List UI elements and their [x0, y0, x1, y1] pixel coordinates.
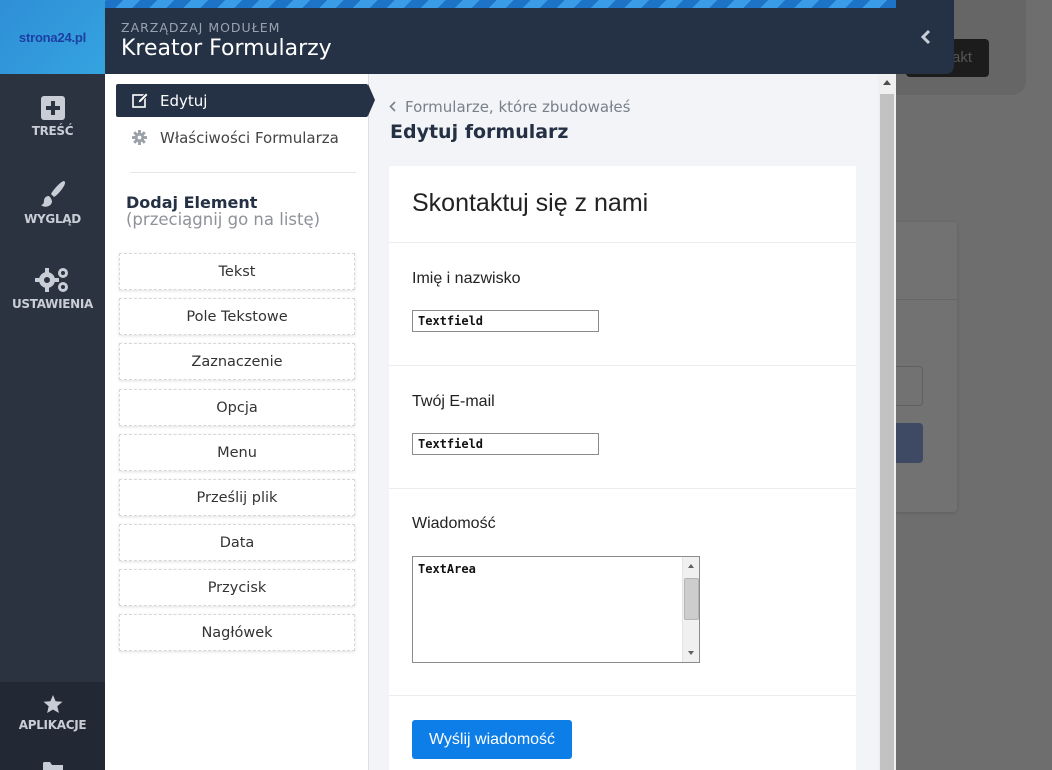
- form-field-email[interactable]: Twój E-mail Textfield: [389, 366, 856, 489]
- element-checkbox[interactable]: Zaznaczenie: [119, 343, 355, 380]
- panel-scrollbar[interactable]: [878, 74, 896, 770]
- nav-item-apps[interactable]: APLIKACJE: [0, 695, 105, 732]
- form-builder-panel: ZARZĄDZAJ MODUŁEM Kreator Formularzy Edy…: [105, 0, 896, 770]
- background-card-divider: [896, 299, 957, 300]
- nav-item-files[interactable]: [0, 761, 105, 770]
- builder-content: Formularze, które zbudowałeś Edytuj form…: [369, 74, 878, 770]
- element-heading[interactable]: Nagłówek: [119, 614, 355, 651]
- sidebar-divider: [130, 172, 356, 173]
- email-input[interactable]: Textfield: [412, 433, 599, 455]
- nav-item-label: WYGLĄD: [24, 212, 81, 226]
- plus-square-icon: [40, 96, 65, 120]
- background-card-button: [896, 423, 923, 463]
- nav-item-settings[interactable]: USTAWIENIA: [0, 265, 105, 311]
- background-page: akt: [896, 0, 1052, 770]
- nav-item-label: APLIKACJE: [18, 718, 87, 732]
- scroll-down-icon[interactable]: [688, 651, 694, 655]
- textarea-value: TextArea: [418, 562, 476, 576]
- gears-icon: [34, 268, 68, 292]
- builder-sidebar: Edytuj Właściwości Formularza Dodaj Elem…: [105, 74, 369, 770]
- add-element-subtitle: (przeciągnij go na listę): [126, 210, 321, 229]
- panel-subtitle: ZARZĄDZAJ MODUŁEM: [121, 20, 281, 35]
- nav-item-content[interactable]: TREŚĆ: [0, 96, 105, 138]
- tab-form-properties[interactable]: Właściwości Formularza: [116, 121, 368, 154]
- breadcrumb[interactable]: Formularze, które zbudowałeś: [389, 98, 630, 116]
- panel-header: ZARZĄDZAJ MODUŁEM Kreator Formularzy: [105, 8, 896, 74]
- element-file-upload[interactable]: Prześlij plik: [119, 479, 355, 516]
- form-heading: Skontaktuj się z nami: [412, 189, 649, 217]
- scroll-up-icon[interactable]: [883, 80, 891, 85]
- name-input[interactable]: Textfield: [412, 310, 599, 332]
- panel-title: Kreator Formularzy: [121, 36, 332, 61]
- page-title: Edytuj formularz: [390, 121, 569, 143]
- element-button[interactable]: Przycisk: [119, 569, 355, 606]
- element-textfield[interactable]: Pole Tekstowe: [119, 298, 355, 335]
- nav-item-label: USTAWIENIA: [11, 297, 94, 311]
- scroll-thumb[interactable]: [880, 94, 894, 770]
- form-field-message[interactable]: Wiadomość TextArea: [389, 489, 856, 696]
- textarea-scrollbar[interactable]: [682, 557, 699, 662]
- rail-bottom-section: APLIKACJE: [0, 682, 105, 770]
- background-card-input: [896, 366, 923, 406]
- element-menu[interactable]: Menu: [119, 434, 355, 471]
- scroll-up-icon[interactable]: [688, 564, 694, 568]
- gear-icon: [132, 129, 149, 146]
- folder-icon: [42, 762, 63, 770]
- star-icon: [43, 695, 62, 713]
- message-textarea[interactable]: TextArea: [412, 556, 700, 663]
- logo[interactable]: strona24.pl: [0, 0, 105, 74]
- logo-text: strona24.pl: [18, 29, 87, 45]
- background-card: [896, 222, 957, 512]
- submit-button[interactable]: Wyślij wiadomość: [412, 720, 572, 759]
- element-date[interactable]: Data: [119, 524, 355, 561]
- main-nav-rail: strona24.pl TREŚĆ WYGLĄD USTAWIENIA APLI…: [0, 0, 105, 770]
- chevron-left-icon: [920, 29, 930, 45]
- panel-accent-stripe: [105, 0, 896, 8]
- element-text[interactable]: Tekst: [119, 253, 355, 290]
- nav-item-label: TREŚĆ: [31, 124, 74, 138]
- form-field-name[interactable]: Imię i nazwisko Textfield: [389, 243, 856, 366]
- form-heading-section[interactable]: Skontaktuj się z nami: [389, 166, 856, 243]
- breadcrumb-link[interactable]: Formularze, które zbudowałeś: [405, 98, 630, 116]
- field-label: Imię i nazwisko: [412, 270, 521, 287]
- element-option[interactable]: Opcja: [119, 389, 355, 426]
- paintbrush-icon: [40, 181, 65, 207]
- scroll-thumb[interactable]: [684, 578, 699, 620]
- collapse-panel-button[interactable]: [896, 0, 954, 74]
- nav-item-appearance[interactable]: WYGLĄD: [0, 180, 105, 226]
- edit-icon: [132, 92, 149, 109]
- tab-edit[interactable]: Edytuj: [116, 84, 368, 117]
- form-preview-card: Skontaktuj się z nami Imię i nazwisko Te…: [389, 166, 856, 770]
- tab-label: Właściwości Formularza: [160, 128, 339, 147]
- field-label: Wiadomość: [412, 515, 496, 532]
- chevron-left-icon: [389, 98, 396, 116]
- field-label: Twój E-mail: [412, 393, 495, 410]
- tab-label: Edytuj: [160, 91, 208, 110]
